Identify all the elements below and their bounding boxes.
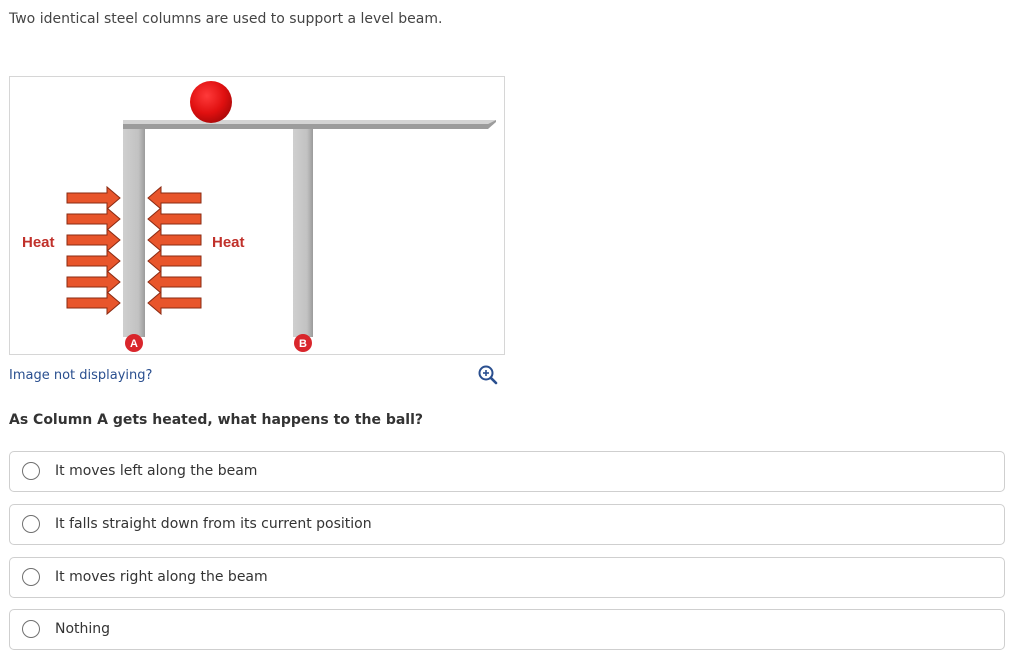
option-nothing[interactable]: Nothing (9, 609, 1005, 650)
beam-diagram: Heat Heat A B (22, 81, 496, 352)
column-b-badge: B (294, 334, 312, 352)
heat-label-right: Heat (212, 234, 245, 251)
image-not-displaying-link[interactable]: Image not displaying? (9, 368, 152, 383)
column-a-badge: A (125, 334, 143, 352)
option-label: It falls straight down from its current … (55, 516, 372, 532)
option-label: It moves left along the beam (55, 463, 258, 479)
option-moves-left[interactable]: It moves left along the beam (9, 451, 1005, 492)
heat-arrows-left (66, 185, 121, 316)
column-b (293, 129, 313, 337)
radio-button[interactable] (22, 462, 40, 480)
radio-button[interactable] (22, 568, 40, 586)
beam-figure: Heat Heat A B (9, 76, 505, 355)
question-text: As Column A gets heated, what happens to… (9, 412, 424, 428)
zoom-in-icon[interactable] (477, 364, 499, 386)
option-label: It moves right along the beam (55, 569, 268, 585)
heat-arrows-right (147, 185, 202, 316)
column-b-label: B (299, 338, 307, 350)
heat-label-left: Heat (22, 234, 55, 251)
radio-button[interactable] (22, 620, 40, 638)
intro-text: Two identical steel columns are used to … (9, 11, 443, 27)
beam (123, 120, 496, 129)
option-moves-right[interactable]: It moves right along the beam (9, 557, 1005, 598)
radio-button[interactable] (22, 515, 40, 533)
option-falls-down[interactable]: It falls straight down from its current … (9, 504, 1005, 545)
ball (190, 81, 232, 123)
column-a (123, 129, 145, 337)
column-a-label: A (130, 338, 138, 350)
option-label: Nothing (55, 621, 111, 637)
